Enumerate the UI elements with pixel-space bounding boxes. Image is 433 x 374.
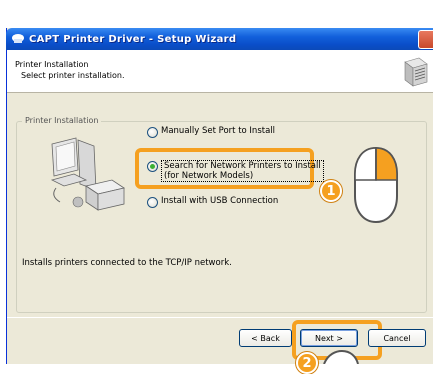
callout-badge-1: 1 xyxy=(320,180,342,202)
radio-button[interactable] xyxy=(147,127,158,138)
computer-printer-illustration xyxy=(50,137,125,211)
radio-button[interactable] xyxy=(147,197,158,208)
radio-label-selected: Search for Network Printers to Install (… xyxy=(161,160,324,182)
wizard-header: Printer Installation Select printer inst… xyxy=(7,50,433,93)
setup-box-icon xyxy=(404,57,428,87)
next-button[interactable]: Next > xyxy=(300,329,358,347)
cancel-button[interactable]: Cancel xyxy=(368,329,426,347)
radio-manual-port[interactable]: Manually Set Port to Install xyxy=(147,126,275,138)
mouse-icon xyxy=(354,146,398,224)
radio-label: Install with USB Connection xyxy=(161,196,279,206)
radio-label-line2: (for Network Models) xyxy=(164,171,254,181)
back-button[interactable]: < Back xyxy=(239,329,292,347)
close-button[interactable] xyxy=(418,30,433,49)
radio-usb[interactable]: Install with USB Connection xyxy=(147,196,278,208)
group-legend: Printer Installation xyxy=(22,116,102,125)
radio-button-selected[interactable] xyxy=(147,161,158,172)
title-bar: CAPT Printer Driver - Setup Wizard xyxy=(6,28,433,50)
radio-search-network[interactable]: Search for Network Printers to Install (… xyxy=(147,160,324,182)
radio-label: Manually Set Port to Install xyxy=(161,126,276,136)
option-description: Installs printers connected to the TCP/I… xyxy=(22,258,232,268)
radio-label-line1: Search for Network Printers to Install xyxy=(164,161,321,171)
header-subtitle: Select printer installation. xyxy=(21,71,125,80)
divider xyxy=(7,317,433,318)
window-title: CAPT Printer Driver - Setup Wizard xyxy=(29,33,237,45)
mouse-icon-partial xyxy=(323,350,359,364)
callout-badge-2: 2 xyxy=(296,352,318,374)
printer-app-icon xyxy=(12,34,24,43)
header-title: Printer Installation xyxy=(15,60,89,69)
